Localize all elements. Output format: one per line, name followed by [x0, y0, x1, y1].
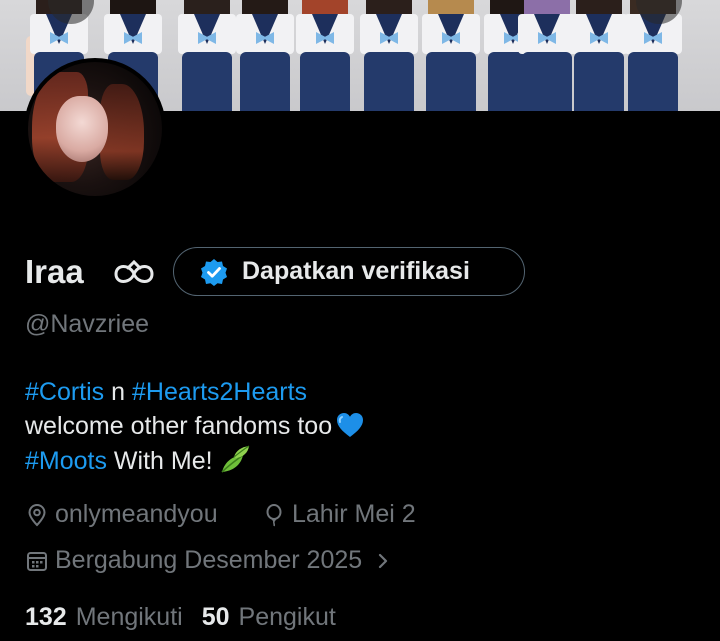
get-verified-label: Dapatkan verifikasi: [242, 257, 470, 285]
followers-count[interactable]: 50: [202, 603, 230, 632]
location-text: onlymeandyou: [55, 500, 218, 528]
bio-text: With Me!: [106, 447, 213, 475]
get-verified-button[interactable]: Dapatkan verifikasi: [173, 247, 525, 296]
balloon-icon: [266, 503, 282, 526]
bio-text: n: [104, 378, 132, 406]
profile-location[interactable]: onlymeandyou: [25, 500, 218, 529]
profile-birthday: Lahir Mei 2: [262, 500, 416, 529]
birthday-text: Lahir Mei 2: [292, 500, 416, 528]
display-name: Iraa: [25, 253, 84, 290]
hashtag-link[interactable]: #Cortis: [25, 378, 104, 406]
user-handle: @Navzriee: [25, 310, 150, 338]
profile-joined[interactable]: Bergabung Desember 2025: [25, 546, 398, 575]
bio-line-1: #Cortis n #Hearts2Hearts: [25, 375, 364, 409]
leaf-emoji: [220, 445, 249, 473]
bio-line-3: #Moots With Me!: [25, 443, 364, 478]
avatar-image: [28, 62, 162, 196]
followers-label[interactable]: Pengikut: [239, 603, 336, 632]
chevron-right-icon: [379, 553, 388, 568]
blue-heart-emoji: [337, 413, 364, 437]
bio-text: welcome other fandoms too: [25, 412, 333, 440]
profile-bio: #Cortis n #Hearts2Hearts welcome other f…: [25, 375, 364, 478]
location-pin-icon: [28, 503, 46, 526]
following-label[interactable]: Mengikuti: [76, 603, 183, 632]
following-count[interactable]: 132: [25, 603, 67, 632]
bio-line-2: welcome other fandoms too: [25, 409, 364, 443]
hashtag-link[interactable]: #Hearts2Hearts: [132, 378, 307, 406]
calendar-icon: [27, 551, 47, 571]
follow-stats: 132 Mengikuti 50 Pengikut: [25, 603, 355, 632]
avatar[interactable]: [24, 58, 166, 200]
lemniscate-ribbon-icon: [114, 259, 154, 283]
verified-badge-icon: [201, 258, 227, 286]
hashtag-link[interactable]: #Moots: [25, 447, 107, 475]
joined-text: Bergabung Desember 2025: [55, 546, 363, 574]
